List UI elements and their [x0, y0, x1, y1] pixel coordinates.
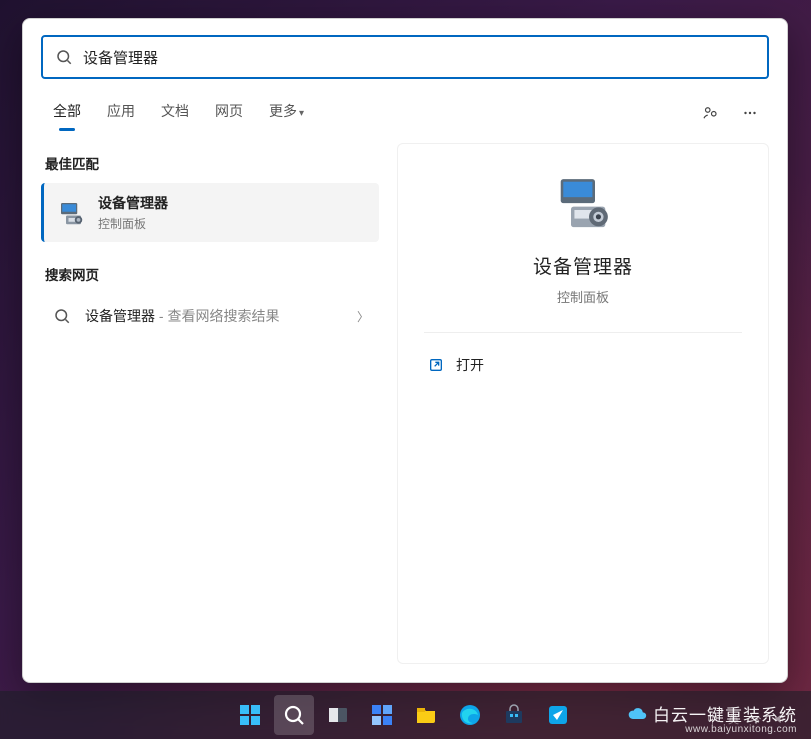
tab-more[interactable]: 更多▾ [259, 93, 314, 133]
device-manager-icon [548, 174, 618, 234]
open-action[interactable]: 打开 [424, 349, 488, 381]
start-search-panel: 全部 应用 文档 网页 更多▾ 最佳匹配 [22, 18, 788, 683]
web-result-term: 设备管理器 [85, 308, 155, 324]
volume-icon[interactable] [773, 712, 787, 726]
tab-documents[interactable]: 文档 [151, 93, 199, 133]
edge-button[interactable] [450, 695, 490, 735]
tab-apps[interactable]: 应用 [97, 93, 145, 133]
web-search-result[interactable]: 设备管理器 - 查看网络搜索结果 〉 [41, 294, 379, 338]
preview-pane: 设备管理器 控制面板 打开 [397, 143, 769, 664]
search-icon [55, 48, 73, 66]
tab-web[interactable]: 网页 [205, 93, 253, 133]
open-icon [428, 357, 444, 373]
pinned-app-button[interactable] [538, 695, 578, 735]
tab-all[interactable]: 全部 [43, 93, 91, 133]
search-icon [53, 307, 71, 325]
search-input[interactable] [83, 49, 755, 66]
open-label: 打开 [456, 355, 484, 375]
chevron-down-icon: ▾ [299, 108, 304, 119]
account-icon[interactable] [693, 96, 727, 130]
search-box[interactable] [41, 35, 769, 79]
system-tray[interactable]: 中 英 [707, 711, 787, 727]
best-match-result[interactable]: 设备管理器 控制面板 [41, 183, 379, 242]
device-manager-icon [56, 198, 86, 228]
best-match-subtitle: 控制面板 [98, 215, 168, 232]
start-button[interactable] [230, 695, 270, 735]
results-column: 最佳匹配 设备管理器 控制面板 搜索网页 设备管理器 - 查看 [41, 143, 379, 664]
tray-ime[interactable]: 中 [707, 711, 718, 727]
filter-tabs: 全部 应用 文档 网页 更多▾ [23, 79, 787, 133]
file-explorer-button[interactable] [406, 695, 446, 735]
web-result-suffix: - 查看网络搜索结果 [155, 308, 279, 324]
tray-ime-mode[interactable]: 英 [728, 711, 739, 727]
widgets-button[interactable] [362, 695, 402, 735]
store-button[interactable] [494, 695, 534, 735]
taskbar [0, 691, 811, 739]
wifi-icon[interactable] [749, 712, 763, 726]
preview-title: 设备管理器 [533, 252, 633, 279]
task-view-button[interactable] [318, 695, 358, 735]
taskbar-search-button[interactable] [274, 695, 314, 735]
divider [424, 332, 742, 333]
section-best-match: 最佳匹配 [41, 143, 379, 183]
chevron-right-icon: 〉 [357, 308, 369, 325]
preview-subtitle: 控制面板 [557, 287, 609, 306]
best-match-title: 设备管理器 [98, 193, 168, 213]
more-options-icon[interactable] [733, 96, 767, 130]
section-search-web: 搜索网页 [41, 254, 379, 294]
